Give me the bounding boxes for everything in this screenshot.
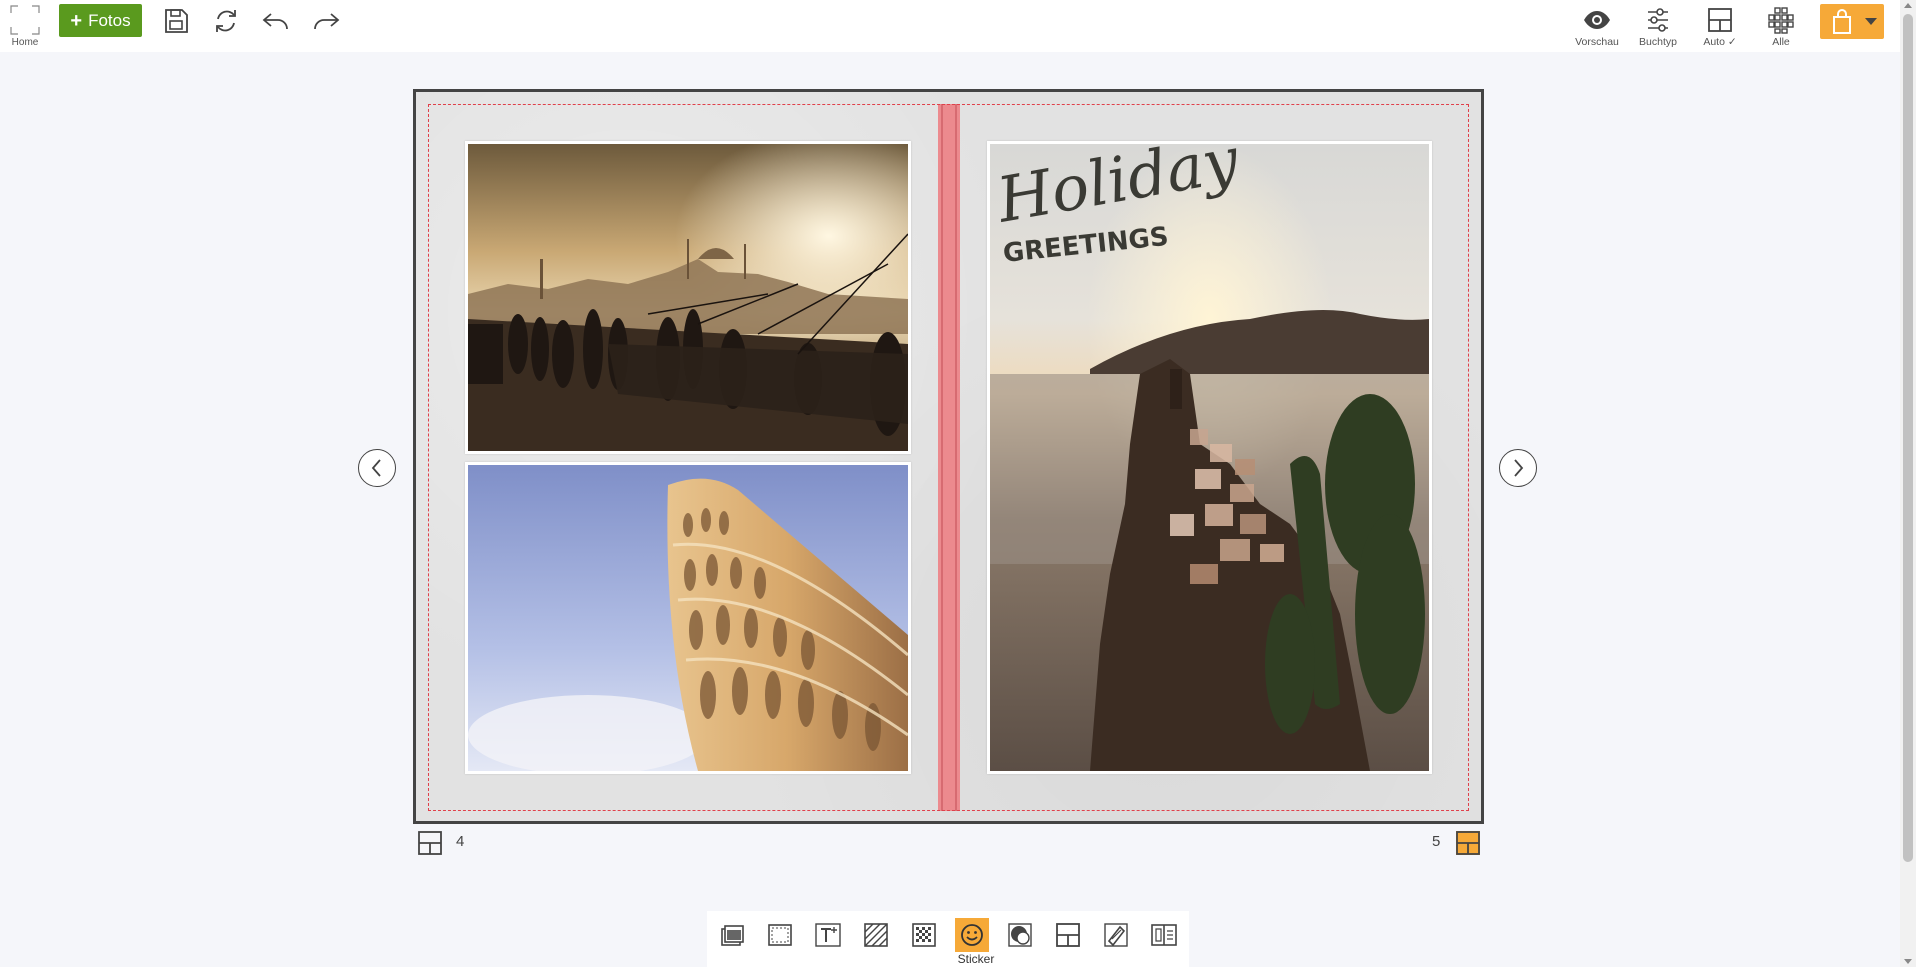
- photo-stack-icon: [721, 925, 744, 946]
- all-pages-button[interactable]: Alle: [1751, 4, 1811, 52]
- clipart-icon: [1104, 923, 1128, 947]
- undo-icon: [262, 13, 288, 30]
- texture-icon: [912, 923, 936, 947]
- frame-tool-button[interactable]: [763, 918, 797, 952]
- pisa-tower-photo[interactable]: [465, 462, 911, 774]
- text-tool-button[interactable]: [811, 918, 845, 952]
- sticker-icon: [961, 924, 983, 946]
- eye-icon: [1584, 11, 1610, 29]
- scroll-thumb[interactable]: [1903, 14, 1913, 862]
- book-spine: [938, 104, 960, 811]
- istanbul-bridge-image: [468, 144, 908, 451]
- home-label: Home: [11, 37, 39, 48]
- preview-label: Vorschau: [1575, 36, 1619, 48]
- chevron-left-icon: [371, 459, 381, 477]
- layout-icon: [1056, 923, 1080, 947]
- sliders-icon: [1648, 8, 1668, 32]
- layout-tool-button[interactable]: [1051, 918, 1085, 952]
- book-type-label: Buchtyp: [1639, 36, 1677, 48]
- book-type-button[interactable]: Buchtyp: [1628, 4, 1688, 52]
- refresh-icon: [216, 10, 236, 32]
- mask-icon: [1008, 923, 1032, 947]
- chevron-down-icon: [1865, 18, 1877, 25]
- scroll-down-icon[interactable]: [1904, 959, 1912, 964]
- auto-layout-label: Auto ✓: [1703, 36, 1737, 48]
- bottom-toolbar: Sticker: [707, 911, 1189, 967]
- background-tool-button[interactable]: [859, 918, 893, 952]
- istanbul-bridge-photo[interactable]: [465, 141, 911, 454]
- refresh-button[interactable]: [210, 6, 242, 36]
- frame-icon: [768, 924, 792, 946]
- add-photos-button[interactable]: + Fotos: [59, 4, 142, 37]
- home-button[interactable]: Home: [8, 4, 42, 50]
- previous-page-button[interactable]: [358, 449, 396, 487]
- auto-layout-icon: [1708, 8, 1732, 32]
- pages-icon: [1151, 924, 1177, 946]
- active-tool-label: Sticker: [957, 952, 995, 966]
- redo-icon: [314, 13, 340, 30]
- cinque-terre-photo[interactable]: Holiday GREETINGS: [987, 141, 1432, 774]
- page-layout-icon: [418, 831, 442, 855]
- plus-icon: +: [70, 9, 83, 32]
- sticker-tool-button[interactable]: [955, 918, 989, 952]
- expand-icon: [10, 5, 40, 35]
- pages-tool-button[interactable]: [1147, 918, 1181, 952]
- left-page-layout-button[interactable]: [418, 831, 442, 855]
- add-photos-label: Fotos: [88, 10, 131, 30]
- scroll-up-icon[interactable]: [1904, 3, 1912, 8]
- cart-button[interactable]: [1820, 4, 1884, 39]
- cinque-terre-image: Holiday GREETINGS: [990, 144, 1429, 771]
- vertical-scrollbar[interactable]: [1900, 0, 1916, 967]
- right-page-number: 5: [1432, 833, 1441, 850]
- shopping-bag-icon: [1833, 9, 1851, 34]
- undo-button[interactable]: [260, 6, 292, 36]
- right-page-layout-button[interactable]: [1456, 831, 1480, 855]
- next-page-button[interactable]: [1499, 449, 1537, 487]
- save-icon: [165, 9, 188, 33]
- all-pages-label: Alle: [1772, 36, 1790, 48]
- redo-button[interactable]: [310, 6, 342, 36]
- photos-tool-button[interactable]: [715, 918, 749, 952]
- pisa-tower-image: [468, 465, 908, 771]
- save-button[interactable]: [160, 6, 192, 36]
- page-layout-icon: [1456, 831, 1480, 855]
- preview-button[interactable]: Vorschau: [1567, 4, 1627, 52]
- top-toolbar: Home + Fotos Vorschau Buchtyp Auto ✓ All…: [0, 0, 1900, 52]
- texture-tool-button[interactable]: [907, 918, 941, 952]
- background-pattern-icon: [864, 923, 888, 947]
- grid-all-icon: [1768, 7, 1794, 34]
- chevron-right-icon: [1514, 459, 1524, 477]
- mask-tool-button[interactable]: [1003, 918, 1037, 952]
- auto-layout-button[interactable]: Auto ✓: [1690, 4, 1750, 52]
- clipart-tool-button[interactable]: [1099, 918, 1133, 952]
- left-page-number: 4: [456, 833, 465, 850]
- text-icon: [815, 923, 841, 947]
